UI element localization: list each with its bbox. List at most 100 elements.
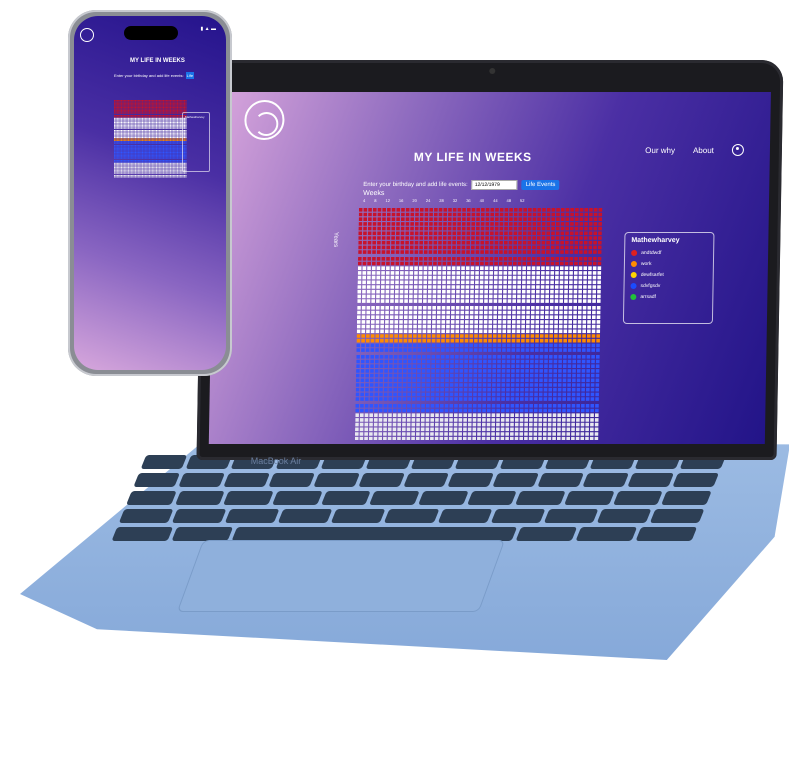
week-cell (451, 294, 455, 299)
week-cell (440, 373, 445, 378)
week-cell (517, 299, 521, 303)
week-cell (480, 222, 485, 226)
week-cell (564, 299, 568, 303)
legend-item-label: sdvfgsdv (640, 283, 661, 289)
week-cell (177, 111, 179, 113)
week-cell (147, 117, 149, 119)
week-cell (451, 289, 456, 294)
week-cell (174, 132, 176, 134)
week-cell (147, 127, 149, 129)
week-cell (442, 280, 446, 285)
week-cell (168, 141, 170, 143)
legend-item[interactable]: arrsadf (630, 294, 706, 300)
week-cell (511, 355, 516, 359)
user-icon[interactable] (731, 144, 745, 156)
week-cell (586, 387, 590, 392)
week-cell (171, 117, 173, 119)
week-cell (174, 116, 176, 118)
week-cell (549, 338, 553, 343)
week-cell (586, 364, 591, 368)
week-cell (126, 153, 128, 155)
week-cell (167, 126, 169, 128)
week-cell (441, 329, 445, 334)
week-cell (129, 162, 131, 164)
week-cell (513, 212, 518, 217)
week-cell (391, 212, 396, 217)
week-cell (119, 120, 121, 122)
week-cell (496, 422, 500, 427)
week-cell (125, 134, 127, 136)
week-cell (179, 115, 181, 117)
week-cell (574, 250, 578, 254)
week-cell (534, 383, 539, 387)
phone-life-button[interactable]: Life (185, 72, 195, 79)
week-cell (400, 266, 404, 271)
site-logo[interactable] (244, 100, 285, 140)
week-cell (474, 329, 478, 334)
nav-our-why[interactable]: Our why (645, 146, 675, 155)
week-cell (458, 413, 463, 417)
legend-item[interactable]: sdvfgsdv (630, 283, 706, 289)
week-cell (496, 378, 501, 383)
week-cell (473, 378, 478, 383)
week-cell (508, 257, 513, 261)
phone-logo[interactable] (80, 28, 94, 42)
week-cell (592, 257, 597, 261)
week-cell (136, 152, 138, 154)
week-cell (573, 315, 577, 320)
week-cell (446, 329, 450, 334)
week-cell (573, 310, 577, 315)
week-cell (435, 387, 440, 392)
week-cell (118, 162, 120, 164)
week-cell (143, 130, 145, 132)
week-cell (150, 127, 152, 129)
week-cell (118, 150, 120, 152)
week-cell (413, 306, 418, 310)
week-cell (128, 115, 130, 117)
legend-item[interactable]: work (630, 261, 707, 267)
week-cell (147, 146, 149, 148)
week-cell (158, 107, 160, 109)
week-cell (379, 373, 384, 378)
week-cell (132, 122, 134, 124)
week-cell (591, 334, 596, 338)
week-cell (178, 134, 180, 136)
week-cell (564, 261, 569, 266)
week-cell (405, 217, 410, 221)
legend-item[interactable]: dewfsarfet (630, 272, 707, 278)
week-cell (172, 115, 174, 117)
birthday-input[interactable] (471, 180, 518, 190)
week-cell (549, 329, 554, 334)
week-cell (160, 138, 162, 140)
week-cell (554, 299, 559, 303)
week-cell (130, 130, 132, 132)
week-cell (574, 245, 579, 250)
week-cell (174, 152, 176, 154)
week-cell (115, 101, 117, 103)
week-cell (143, 142, 145, 144)
week-cell (409, 250, 414, 254)
week-cell (518, 226, 522, 231)
nav-about[interactable]: About (693, 146, 714, 155)
week-cell (146, 150, 148, 152)
week-cell (359, 422, 364, 427)
legend-item[interactable]: andtdwdf (631, 250, 707, 256)
week-cell (452, 231, 457, 236)
life-events-button[interactable]: Life Events (521, 180, 560, 190)
week-cell (140, 120, 142, 122)
week-cell (174, 141, 176, 143)
week-cell (475, 271, 479, 275)
week-cell (158, 137, 160, 139)
week-cell (459, 387, 463, 392)
week-cell (572, 343, 577, 348)
week-cell (177, 104, 179, 106)
week-cell (572, 364, 576, 368)
week-cell (146, 120, 148, 122)
week-cell (171, 104, 173, 106)
week-cell (161, 149, 163, 151)
week-cell (144, 134, 146, 136)
week-cell (129, 135, 131, 137)
week-cell (130, 107, 132, 109)
week-cell (477, 392, 482, 397)
week-cell (515, 378, 520, 383)
